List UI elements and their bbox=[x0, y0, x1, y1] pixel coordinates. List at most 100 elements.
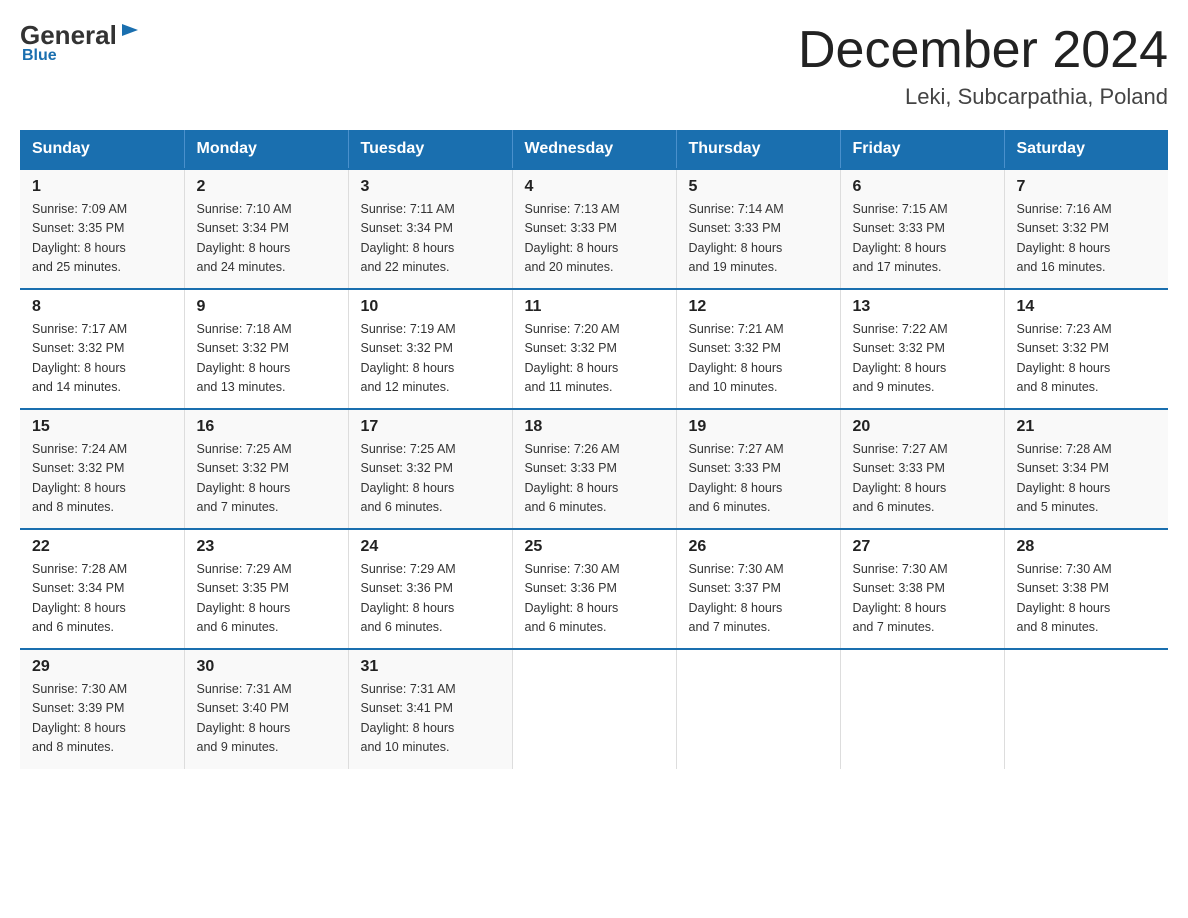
day-info: Sunrise: 7:13 AMSunset: 3:33 PMDaylight:… bbox=[525, 200, 664, 278]
day-info: Sunrise: 7:30 AMSunset: 3:37 PMDaylight:… bbox=[689, 560, 828, 638]
header-friday: Friday bbox=[840, 130, 1004, 169]
day-info: Sunrise: 7:23 AMSunset: 3:32 PMDaylight:… bbox=[1017, 320, 1157, 398]
day-info: Sunrise: 7:31 AMSunset: 3:41 PMDaylight:… bbox=[361, 680, 500, 758]
title-section: December 2024 Leki, Subcarpathia, Poland bbox=[798, 20, 1168, 110]
day-number: 20 bbox=[853, 418, 992, 436]
day-info: Sunrise: 7:19 AMSunset: 3:32 PMDaylight:… bbox=[361, 320, 500, 398]
calendar-cell: 24Sunrise: 7:29 AMSunset: 3:36 PMDayligh… bbox=[348, 529, 512, 649]
day-info: Sunrise: 7:30 AMSunset: 3:38 PMDaylight:… bbox=[853, 560, 992, 638]
calendar-cell: 4Sunrise: 7:13 AMSunset: 3:33 PMDaylight… bbox=[512, 169, 676, 289]
day-info: Sunrise: 7:27 AMSunset: 3:33 PMDaylight:… bbox=[689, 440, 828, 518]
calendar-cell bbox=[840, 649, 1004, 769]
day-number: 9 bbox=[197, 298, 336, 316]
day-info: Sunrise: 7:18 AMSunset: 3:32 PMDaylight:… bbox=[197, 320, 336, 398]
day-info: Sunrise: 7:20 AMSunset: 3:32 PMDaylight:… bbox=[525, 320, 664, 398]
calendar-cell: 18 Sunrise: 7:26 AMSunset: 3:33 PMDayligh… bbox=[512, 409, 676, 529]
day-number: 15 bbox=[32, 418, 172, 436]
day-number: 10 bbox=[361, 298, 500, 316]
day-number: 25 bbox=[525, 538, 664, 556]
day-number: 8 bbox=[32, 298, 172, 316]
header-tuesday: Tuesday bbox=[348, 130, 512, 169]
calendar-cell: 26 Sunrise: 7:30 AMSunset: 3:37 PMDayligh… bbox=[676, 529, 840, 649]
calendar-cell: 7 Sunrise: 7:16 AMSunset: 3:32 PMDaylight… bbox=[1004, 169, 1168, 289]
week-row-1: 1 Sunrise: 7:09 AMSunset: 3:35 PMDaylight… bbox=[20, 169, 1168, 289]
day-info: Sunrise: 7:11 AMSunset: 3:34 PMDaylight:… bbox=[361, 200, 500, 278]
calendar-cell: 14Sunrise: 7:23 AMSunset: 3:32 PMDayligh… bbox=[1004, 289, 1168, 409]
day-number: 31 bbox=[361, 658, 500, 676]
day-info: Sunrise: 7:28 AMSunset: 3:34 PMDaylight:… bbox=[1017, 440, 1157, 518]
day-info: Sunrise: 7:30 AMSunset: 3:39 PMDaylight:… bbox=[32, 680, 172, 758]
day-info: Sunrise: 7:26 AMSunset: 3:33 PMDaylight:… bbox=[525, 440, 664, 518]
location: Leki, Subcarpathia, Poland bbox=[798, 84, 1168, 110]
logo-flag-icon bbox=[118, 22, 140, 44]
week-row-5: 29 Sunrise: 7:30 AMSunset: 3:39 PMDayligh… bbox=[20, 649, 1168, 769]
calendar-cell: 31 Sunrise: 7:31 AMSunset: 3:41 PMDayligh… bbox=[348, 649, 512, 769]
day-info: Sunrise: 7:22 AMSunset: 3:32 PMDaylight:… bbox=[853, 320, 992, 398]
day-number: 26 bbox=[689, 538, 828, 556]
day-number: 2 bbox=[197, 178, 336, 196]
header-wednesday: Wednesday bbox=[512, 130, 676, 169]
calendar-cell: 21 Sunrise: 7:28 AMSunset: 3:34 PMDayligh… bbox=[1004, 409, 1168, 529]
calendar-cell: 25Sunrise: 7:30 AMSunset: 3:36 PMDayligh… bbox=[512, 529, 676, 649]
day-number: 23 bbox=[197, 538, 336, 556]
day-number: 11 bbox=[525, 298, 664, 316]
day-number: 13 bbox=[853, 298, 992, 316]
day-number: 1 bbox=[32, 178, 172, 196]
calendar-cell: 22 Sunrise: 7:28 AMSunset: 3:34 PMDayligh… bbox=[20, 529, 184, 649]
day-info: Sunrise: 7:25 AMSunset: 3:32 PMDaylight:… bbox=[197, 440, 336, 518]
calendar-cell: 1 Sunrise: 7:09 AMSunset: 3:35 PMDaylight… bbox=[20, 169, 184, 289]
day-info: Sunrise: 7:16 AMSunset: 3:32 PMDaylight:… bbox=[1017, 200, 1157, 278]
day-info: Sunrise: 7:17 AMSunset: 3:32 PMDaylight:… bbox=[32, 320, 172, 398]
day-number: 18 bbox=[525, 418, 664, 436]
week-row-3: 15 Sunrise: 7:24 AMSunset: 3:32 PMDayligh… bbox=[20, 409, 1168, 529]
weekday-header-row: SundayMondayTuesdayWednesdayThursdayFrid… bbox=[20, 130, 1168, 169]
calendar-cell bbox=[1004, 649, 1168, 769]
header-thursday: Thursday bbox=[676, 130, 840, 169]
day-number: 7 bbox=[1017, 178, 1157, 196]
calendar-cell: 9 Sunrise: 7:18 AMSunset: 3:32 PMDaylight… bbox=[184, 289, 348, 409]
day-number: 24 bbox=[361, 538, 500, 556]
calendar-cell: 6 Sunrise: 7:15 AMSunset: 3:33 PMDaylight… bbox=[840, 169, 1004, 289]
day-number: 28 bbox=[1017, 538, 1157, 556]
calendar-cell: 23 Sunrise: 7:29 AMSunset: 3:35 PMDayligh… bbox=[184, 529, 348, 649]
day-info: Sunrise: 7:21 AMSunset: 3:32 PMDaylight:… bbox=[689, 320, 828, 398]
day-info: Sunrise: 7:30 AMSunset: 3:38 PMDaylight:… bbox=[1017, 560, 1157, 638]
day-info: Sunrise: 7:31 AMSunset: 3:40 PMDaylight:… bbox=[197, 680, 336, 758]
day-info: Sunrise: 7:28 AMSunset: 3:34 PMDaylight:… bbox=[32, 560, 172, 638]
calendar-cell: 10 Sunrise: 7:19 AMSunset: 3:32 PMDayligh… bbox=[348, 289, 512, 409]
day-info: Sunrise: 7:24 AMSunset: 3:32 PMDaylight:… bbox=[32, 440, 172, 518]
calendar-cell: 3Sunrise: 7:11 AMSunset: 3:34 PMDaylight… bbox=[348, 169, 512, 289]
day-info: Sunrise: 7:29 AMSunset: 3:35 PMDaylight:… bbox=[197, 560, 336, 638]
day-info: Sunrise: 7:09 AMSunset: 3:35 PMDaylight:… bbox=[32, 200, 172, 278]
calendar-cell: 8 Sunrise: 7:17 AMSunset: 3:32 PMDaylight… bbox=[20, 289, 184, 409]
calendar-cell: 19Sunrise: 7:27 AMSunset: 3:33 PMDayligh… bbox=[676, 409, 840, 529]
logo: General Blue bbox=[20, 20, 141, 65]
calendar-cell: 27Sunrise: 7:30 AMSunset: 3:38 PMDayligh… bbox=[840, 529, 1004, 649]
day-number: 16 bbox=[197, 418, 336, 436]
day-info: Sunrise: 7:15 AMSunset: 3:33 PMDaylight:… bbox=[853, 200, 992, 278]
month-title: December 2024 bbox=[798, 20, 1168, 80]
calendar-cell: 15 Sunrise: 7:24 AMSunset: 3:32 PMDayligh… bbox=[20, 409, 184, 529]
day-number: 22 bbox=[32, 538, 172, 556]
calendar-cell: 28 Sunrise: 7:30 AMSunset: 3:38 PMDayligh… bbox=[1004, 529, 1168, 649]
day-number: 29 bbox=[32, 658, 172, 676]
header-monday: Monday bbox=[184, 130, 348, 169]
day-number: 30 bbox=[197, 658, 336, 676]
day-info: Sunrise: 7:10 AMSunset: 3:34 PMDaylight:… bbox=[197, 200, 336, 278]
day-info: Sunrise: 7:27 AMSunset: 3:33 PMDaylight:… bbox=[853, 440, 992, 518]
day-number: 6 bbox=[853, 178, 992, 196]
calendar-cell: 12 Sunrise: 7:21 AMSunset: 3:32 PMDayligh… bbox=[676, 289, 840, 409]
calendar-cell: 16 Sunrise: 7:25 AMSunset: 3:32 PMDayligh… bbox=[184, 409, 348, 529]
calendar-cell: 29 Sunrise: 7:30 AMSunset: 3:39 PMDayligh… bbox=[20, 649, 184, 769]
page-header: General Blue December 2024 Leki, Subcarp… bbox=[20, 20, 1168, 110]
week-row-4: 22 Sunrise: 7:28 AMSunset: 3:34 PMDayligh… bbox=[20, 529, 1168, 649]
calendar-cell: 13 Sunrise: 7:22 AMSunset: 3:32 PMDayligh… bbox=[840, 289, 1004, 409]
day-number: 5 bbox=[689, 178, 828, 196]
calendar-cell: 17Sunrise: 7:25 AMSunset: 3:32 PMDayligh… bbox=[348, 409, 512, 529]
day-number: 21 bbox=[1017, 418, 1157, 436]
day-number: 12 bbox=[689, 298, 828, 316]
calendar-cell: 20 Sunrise: 7:27 AMSunset: 3:33 PMDayligh… bbox=[840, 409, 1004, 529]
day-info: Sunrise: 7:14 AMSunset: 3:33 PMDaylight:… bbox=[689, 200, 828, 278]
calendar-cell: 30 Sunrise: 7:31 AMSunset: 3:40 PMDayligh… bbox=[184, 649, 348, 769]
calendar-cell: 11 Sunrise: 7:20 AMSunset: 3:32 PMDayligh… bbox=[512, 289, 676, 409]
